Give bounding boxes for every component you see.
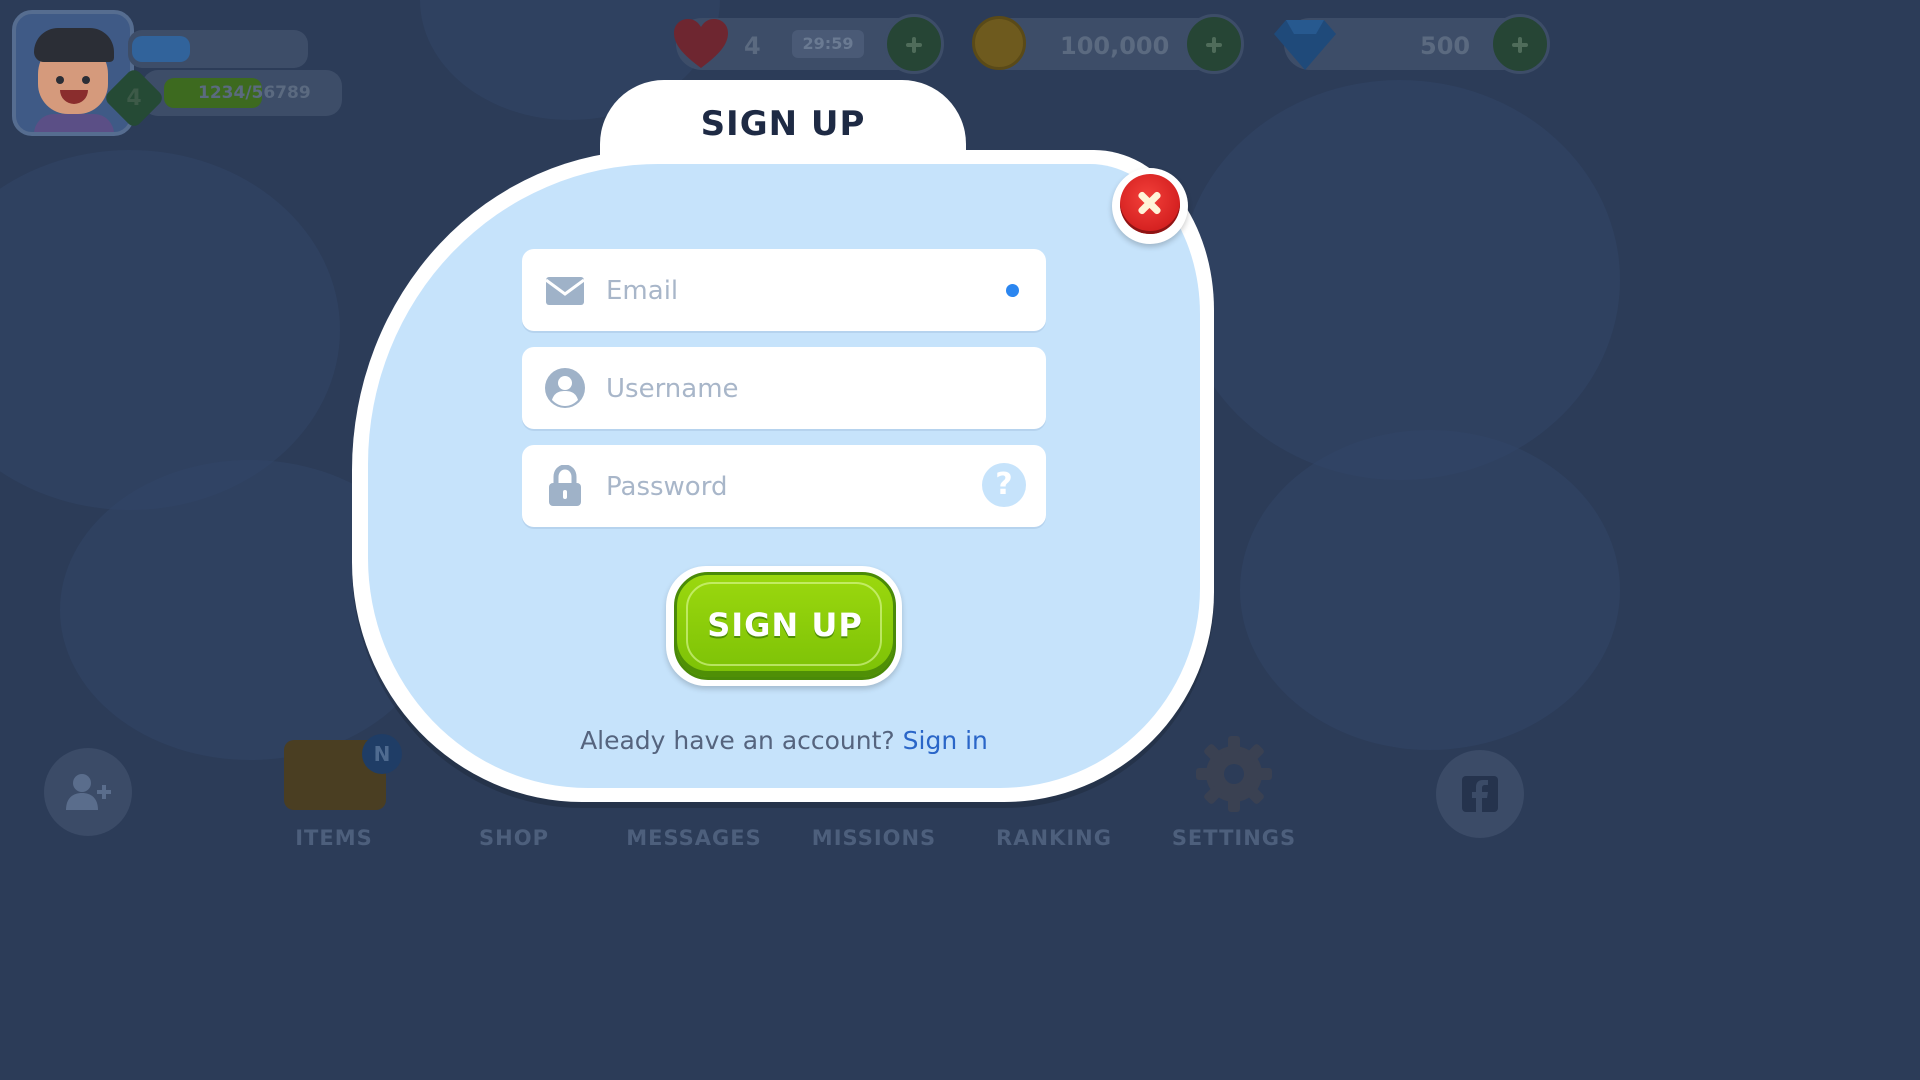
add-lives-button[interactable]	[884, 14, 944, 74]
background-cloud	[1240, 430, 1620, 750]
password-field[interactable]: ?	[522, 445, 1046, 529]
avatar-eye	[82, 76, 90, 84]
avatar-hair	[34, 28, 114, 62]
lock-icon	[549, 465, 581, 506]
player-avatar[interactable]	[12, 10, 134, 136]
user-icon	[545, 368, 585, 408]
email-input[interactable]	[604, 249, 968, 333]
gem-icon	[1274, 20, 1336, 70]
nav-settings-label[interactable]: SETTINGS	[1144, 826, 1324, 850]
email-status-dot	[1006, 284, 1019, 297]
facebook-button[interactable]	[1436, 750, 1524, 838]
lives-value: 4	[744, 32, 761, 60]
settings-gear-icon[interactable]	[1194, 734, 1274, 814]
avatar-eye	[56, 76, 64, 84]
energy-bar	[128, 30, 308, 68]
xp-bar: 1234/56789	[142, 70, 342, 116]
nav-ranking-label[interactable]: RANKING	[964, 826, 1144, 850]
avatar-body	[34, 114, 114, 132]
nav-shop-label[interactable]: SHOP	[424, 826, 604, 850]
xp-text: 1234/56789	[198, 83, 311, 103]
add-gems-button[interactable]	[1490, 14, 1550, 74]
gems-value: 500	[1420, 32, 1471, 60]
username-input[interactable]	[604, 347, 968, 431]
password-input[interactable]	[604, 445, 968, 529]
background-cloud	[0, 150, 340, 510]
add-friend-button[interactable]	[44, 748, 132, 836]
nav-messages-label[interactable]: MESSAGES	[604, 826, 784, 850]
coins-value: 100,000	[1060, 32, 1170, 60]
email-field[interactable]	[522, 249, 1046, 333]
lives-timer: 29:59	[792, 30, 864, 58]
account-prompt-text: Aleady have an account?	[580, 726, 895, 755]
energy-bar-fill	[132, 36, 190, 62]
nav-items-label[interactable]: ITEMS	[244, 826, 424, 850]
close-icon	[1120, 174, 1180, 234]
signin-link[interactable]: Sign in	[903, 726, 988, 755]
account-prompt-row: Aleady have an account? Sign in	[368, 726, 1200, 755]
facebook-icon	[1462, 776, 1498, 812]
add-coins-button[interactable]	[1184, 14, 1244, 74]
envelope-icon	[545, 277, 585, 305]
level-number: 4	[126, 86, 142, 111]
add-friend-icon	[66, 774, 111, 810]
password-help-button[interactable]: ?	[982, 463, 1026, 507]
background-cloud	[1180, 80, 1620, 480]
modal-title: SIGN UP	[700, 104, 866, 144]
signup-button[interactable]	[674, 572, 896, 680]
heart-icon	[674, 19, 728, 68]
coin-icon	[972, 16, 1026, 70]
close-button[interactable]	[1112, 168, 1188, 244]
username-field[interactable]	[522, 347, 1046, 431]
nav-missions-label[interactable]: MISSIONS	[784, 826, 964, 850]
